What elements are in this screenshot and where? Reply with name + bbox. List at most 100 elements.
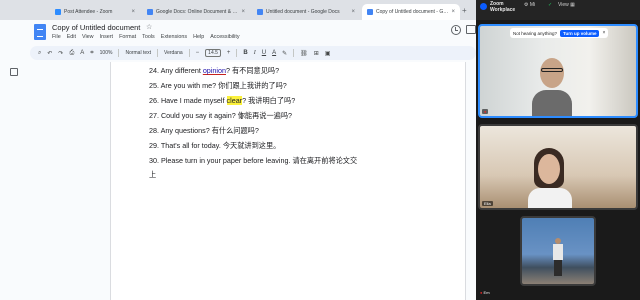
doc-line-24[interactable]: 24. Any different opinion? 有不同意见吗? bbox=[149, 66, 279, 76]
video-tile-presenter[interactable]: Not hearing anything? Turn up volume × ● bbox=[478, 24, 638, 118]
doc-line-30-cont[interactable]: 上 bbox=[149, 170, 156, 180]
menu-bar: File Edit View Insert Format Tools Exten… bbox=[52, 34, 240, 40]
zoom-titlebar: Zoom Workplace ⚙ Mi ✓ View ▦ bbox=[476, 0, 640, 20]
font-select[interactable]: Verdana bbox=[164, 50, 183, 56]
search-menus-icon[interactable]: ⌕ bbox=[38, 50, 41, 57]
line-text: ? 我讲明白了吗? bbox=[242, 96, 296, 105]
menu-format[interactable]: Format bbox=[119, 34, 136, 40]
increase-font-size-icon[interactable]: + bbox=[227, 50, 231, 56]
glasses bbox=[541, 68, 563, 72]
insert-link-icon[interactable]: ⛓ bbox=[300, 50, 308, 57]
zoom-favicon-icon bbox=[55, 9, 61, 15]
document-outline-icon[interactable] bbox=[10, 68, 18, 76]
tab-title: Post Attendee - Zoom bbox=[64, 9, 113, 15]
participant-name-label: ● Em bbox=[480, 290, 490, 295]
security-check-icon[interactable]: ✓ bbox=[548, 2, 552, 8]
text-color-button[interactable]: A bbox=[272, 50, 276, 56]
insert-image-icon[interactable]: ▣ bbox=[325, 50, 331, 57]
menu-extensions[interactable]: Extensions bbox=[161, 34, 187, 40]
print-icon[interactable]: ⎙ bbox=[69, 50, 74, 57]
docs-logo-icon[interactable] bbox=[34, 24, 46, 40]
version-history-icon[interactable] bbox=[451, 25, 461, 35]
doc-line-30[interactable]: 30. Please turn in your paper before lea… bbox=[149, 156, 357, 166]
star-icon[interactable]: ☆ bbox=[146, 23, 152, 31]
zoom-name-line: Workplace bbox=[490, 7, 516, 13]
tab-copy-of-untitled[interactable]: Copy of Untitled document - Google... × bbox=[362, 4, 460, 20]
font-size-input[interactable]: 14.5 bbox=[205, 49, 221, 57]
line-text: 24. Any different bbox=[149, 66, 203, 75]
zoom-app-name: Zoom Workplace bbox=[490, 1, 515, 13]
decrease-font-size-icon[interactable]: − bbox=[196, 50, 200, 56]
zoom-select[interactable]: 100% bbox=[100, 50, 113, 56]
mic-muted-icon: ● bbox=[484, 109, 487, 114]
menu-edit[interactable]: Edit bbox=[67, 34, 76, 40]
spellcheck-word[interactable]: opinion bbox=[203, 66, 226, 75]
document-page[interactable]: 24. Any different opinion? 有不同意见吗? 25. A… bbox=[110, 62, 466, 300]
menu-insert[interactable]: Insert bbox=[100, 34, 113, 40]
close-tab-icon[interactable]: × bbox=[241, 9, 245, 15]
bold-button[interactable]: B bbox=[243, 50, 247, 56]
profile-photo bbox=[552, 238, 564, 278]
menu-view[interactable]: View bbox=[82, 34, 94, 40]
close-prompt-icon[interactable]: × bbox=[602, 30, 605, 36]
doc-line-26[interactable]: 26. Have I made myself clear? 我讲明白了吗? bbox=[149, 96, 295, 106]
menu-help[interactable]: Help bbox=[193, 34, 204, 40]
comments-icon[interactable] bbox=[466, 25, 476, 34]
tab-google-docs-home[interactable]: Google Docs: Online Document & P... × bbox=[142, 4, 250, 20]
tab-zoom[interactable]: Post Attendee - Zoom × bbox=[50, 4, 140, 20]
doc-line-29[interactable]: 29. That's all for today. 今天就讲到这里。 bbox=[149, 141, 280, 151]
doc-line-25[interactable]: 25. Are you with me? 你们跟上我讲的了吗? bbox=[149, 81, 287, 91]
redo-icon[interactable]: ↷ bbox=[58, 50, 63, 57]
doc-line-28[interactable]: 28. Any questions? 有什么问题吗? bbox=[149, 126, 259, 136]
italic-button[interactable]: I bbox=[254, 50, 256, 56]
style-select[interactable]: Normal text bbox=[125, 50, 151, 56]
close-tab-icon[interactable]: × bbox=[131, 9, 135, 15]
menu-tools[interactable]: Tools bbox=[142, 34, 155, 40]
line-text: 26. Have I made myself bbox=[149, 96, 227, 105]
participant-name: Em bbox=[483, 290, 490, 295]
toolbar-divider bbox=[188, 49, 190, 57]
tab-title: Untitled document - Google Docs bbox=[266, 9, 340, 15]
add-comment-icon[interactable]: ⊞ bbox=[314, 50, 319, 57]
undo-icon[interactable]: ↶ bbox=[47, 50, 52, 57]
menu-accessibility[interactable]: Accessibility bbox=[210, 34, 239, 40]
person-legs bbox=[554, 260, 562, 276]
mic-muted-icon: ● bbox=[480, 290, 483, 295]
paint-format-icon[interactable]: ⌗ bbox=[90, 50, 93, 57]
menu-file[interactable]: File bbox=[52, 34, 61, 40]
tab-untitled-document[interactable]: Untitled document - Google Docs × bbox=[252, 4, 360, 20]
highlighted-word[interactable]: clear bbox=[226, 96, 243, 105]
video-tile-student[interactable]: Ella bbox=[478, 124, 638, 210]
docs-favicon-icon bbox=[367, 9, 373, 15]
settings-icon[interactable]: ⚙ Mi bbox=[524, 2, 535, 8]
participant-head bbox=[538, 154, 560, 184]
close-tab-icon[interactable]: × bbox=[351, 9, 355, 15]
tab-strip: Post Attendee - Zoom × Google Docs: Onli… bbox=[0, 0, 476, 20]
docs-favicon-icon bbox=[147, 9, 153, 15]
toolbar-divider bbox=[236, 49, 238, 57]
docs-header: Copy of Untitled document ☆ File Edit Vi… bbox=[0, 20, 476, 44]
spellcheck-icon[interactable]: A bbox=[80, 50, 84, 56]
line-text: ? 有不同意见吗? bbox=[226, 66, 280, 75]
text-cursor-icon: I bbox=[240, 111, 243, 121]
participant-body bbox=[528, 188, 572, 208]
document-title[interactable]: Copy of Untitled document bbox=[52, 23, 140, 32]
doc-line-27[interactable]: 27. Could you say it again? 你能再说一遍吗? bbox=[149, 111, 292, 121]
underline-button[interactable]: U bbox=[262, 50, 266, 56]
audio-prompt-text: Not hearing anything? bbox=[513, 30, 558, 36]
close-tab-icon[interactable]: × bbox=[451, 9, 455, 15]
tab-title: Copy of Untitled document - Google... bbox=[376, 9, 448, 15]
zoom-logo-icon bbox=[480, 3, 487, 10]
formatting-toolbar: ⌕ ↶ ↷ ⎙ A ⌗ 100% Normal text Verdana − 1… bbox=[30, 46, 476, 60]
turn-up-volume-button[interactable]: Turn up volume bbox=[560, 29, 600, 37]
new-tab-icon[interactable]: + bbox=[462, 6, 467, 15]
participant-video bbox=[528, 148, 574, 208]
toolbar-divider bbox=[157, 49, 159, 57]
participant-body bbox=[532, 90, 572, 116]
highlight-color-icon[interactable]: ✎ bbox=[282, 50, 287, 57]
participant-video bbox=[532, 54, 572, 116]
view-button[interactable]: View ▦ bbox=[558, 2, 575, 8]
video-tile-photo[interactable] bbox=[520, 216, 596, 286]
participant-name-tag: ● bbox=[482, 109, 489, 114]
docs-favicon-icon bbox=[257, 9, 263, 15]
